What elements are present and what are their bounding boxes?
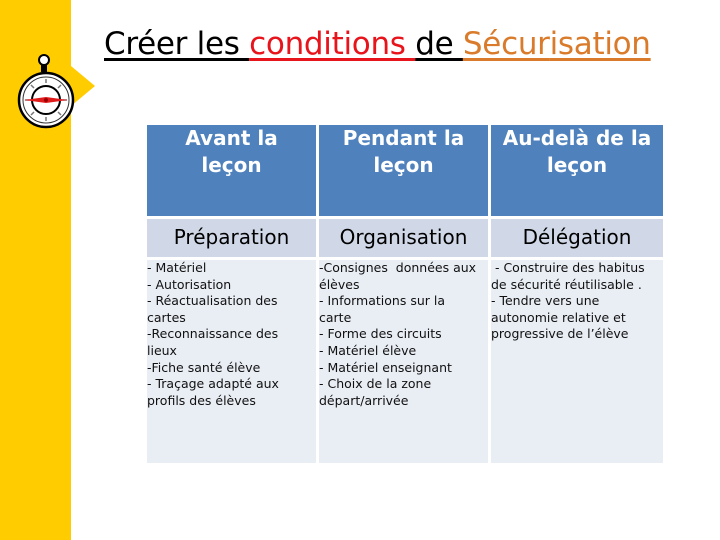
header-cell-au-dela: Au-delà de la leçon (491, 125, 663, 219)
details-cell-pendant: -Consignes données aux élèves - Informat… (319, 260, 491, 463)
header-cell-pendant: Pendant la leçon (319, 125, 491, 219)
list-item: profils des élèves (147, 392, 256, 408)
title-part-5: isation (549, 26, 651, 62)
list-item: de sécurité réutilisable . (491, 276, 642, 292)
header-text: Au-delà de la (502, 126, 652, 150)
slide-title: Créer les conditions de Sécurisation (104, 24, 651, 64)
list-item: départ/arrivée (319, 392, 409, 408)
details-cell-avant: - Matériel - Autorisation - Réactualisat… (147, 260, 319, 463)
phase-cell-delegation: Délégation (491, 219, 663, 260)
list-item: élèves (319, 276, 360, 292)
list-item: - Tendre vers une (491, 293, 600, 309)
title-part-2: conditions (249, 26, 416, 62)
list-item: - Traçage adapté aux (147, 376, 279, 392)
list-item: - Forme des circuits (319, 326, 442, 342)
phase-cell-organisation: Organisation (319, 219, 491, 260)
list-item: - Matériel élève (319, 342, 417, 358)
header-text: Pendant la (342, 126, 465, 150)
list-item: - Réactualisation des (147, 293, 278, 309)
title-part-3: de (415, 26, 463, 62)
phase-row: Préparation Organisation Délégation (147, 219, 663, 260)
title-part-4: Sécur (462, 26, 550, 62)
details-row: - Matériel - Autorisation - Réactualisat… (147, 260, 663, 463)
compass-icon (17, 54, 75, 129)
list-item: - Choix de la zone (319, 376, 432, 392)
title-part-1: Créer les (104, 26, 250, 62)
header-text: leçon (546, 153, 608, 177)
list-item: lieux (147, 342, 177, 358)
header-text: leçon (373, 153, 434, 177)
list-item: - Matériel (147, 260, 207, 275)
list-item: - Informations sur la (319, 293, 446, 309)
header-cell-avant: Avant la leçon (147, 125, 319, 219)
list-item: autonomie relative et (491, 309, 626, 325)
header-row: Avant la leçon Pendant la leçon Au-delà … (147, 125, 663, 219)
list-item: -Reconnaissance des (147, 326, 279, 342)
list-item: cartes (147, 309, 186, 325)
header-text: Avant la (185, 126, 278, 150)
list-item: - Construire des habitus (491, 260, 645, 275)
conditions-table: Avant la leçon Pendant la leçon Au-delà … (147, 125, 663, 463)
header-text: leçon (201, 153, 262, 177)
list-item: carte (319, 309, 352, 325)
details-cell-au-dela: - Construire des habitus de sécurité réu… (491, 260, 663, 463)
list-item: -Consignes données aux (319, 260, 477, 275)
list-item: -Fiche santé élève (147, 359, 261, 375)
list-item: progressive de l’élève (491, 326, 629, 342)
phase-cell-preparation: Préparation (147, 219, 319, 260)
list-item: - Autorisation (147, 276, 232, 292)
list-item: - Matériel enseignant (319, 359, 452, 375)
